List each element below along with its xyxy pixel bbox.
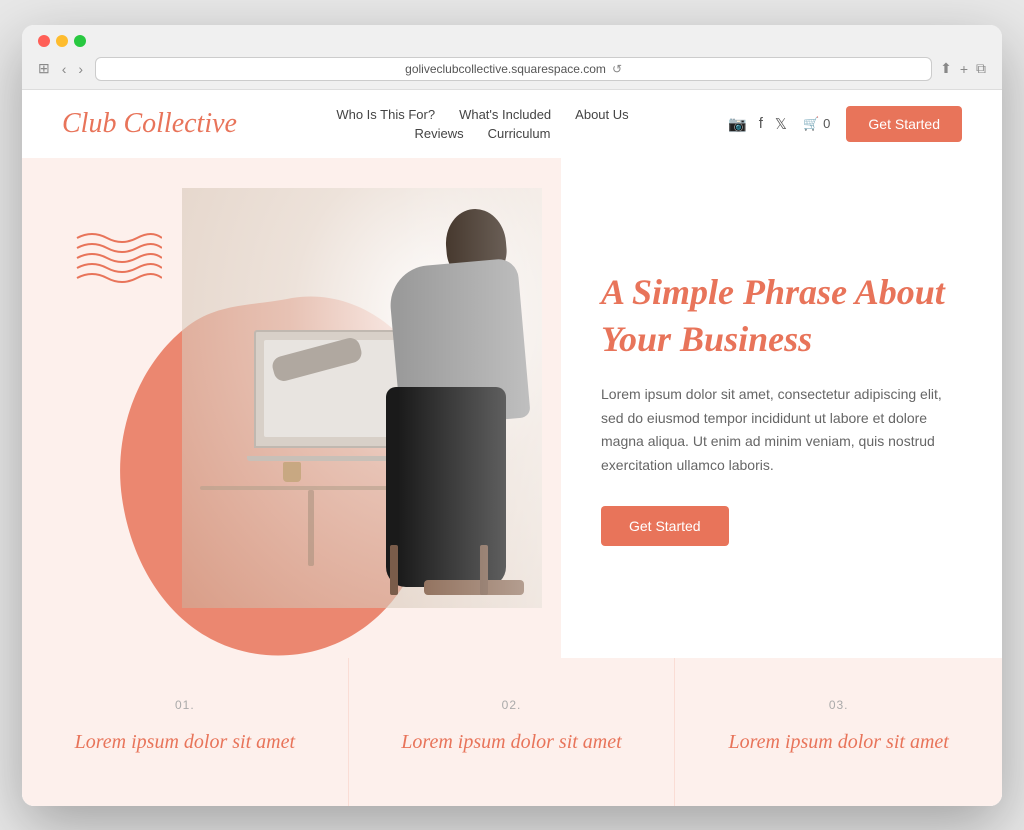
feature-item-3: 03. Lorem ipsum dolor sit amet	[675, 658, 1002, 806]
nav-buttons: ‹ ›	[58, 59, 87, 79]
feature-number-1: 01.	[62, 698, 308, 712]
nav-row-2: Reviews Curriculum	[415, 126, 551, 141]
new-tab-button[interactable]: +	[960, 61, 968, 77]
main-navigation: Club Collective Who Is This For? What's …	[22, 90, 1002, 158]
nav-link-whats-included[interactable]: What's Included	[459, 107, 551, 122]
feature-title-1: Lorem ipsum dolor sit amet	[62, 728, 308, 756]
chair-leg-decor	[480, 545, 488, 595]
hero-cta-button[interactable]: Get Started	[601, 506, 729, 546]
nav-right-section: 📷 f 𝕏 🛒 0 Get Started	[728, 106, 962, 142]
chair-leg2-decor	[390, 545, 398, 595]
person-legs-decor	[386, 387, 506, 587]
cart-button[interactable]: 🛒 0	[803, 116, 830, 132]
hero-headline: A Simple Phrase About Your Business	[601, 269, 952, 363]
social-icons-group: 📷 f 𝕏	[728, 115, 787, 133]
cup-decor	[283, 462, 301, 482]
close-button-dot[interactable]	[38, 35, 50, 47]
chair-decor	[424, 580, 524, 595]
maximize-button-dot[interactable]	[74, 35, 86, 47]
wave-decoration	[72, 228, 162, 288]
browser-chrome: ⊞ ‹ › goliveclubcollective.squarespace.c…	[22, 25, 1002, 90]
cart-icon: 🛒	[803, 116, 819, 132]
facebook-icon[interactable]: f	[759, 115, 763, 132]
twitter-icon[interactable]: 𝕏	[775, 115, 787, 133]
feature-title-2: Lorem ipsum dolor sit amet	[389, 728, 635, 756]
table-leg-decor	[308, 490, 314, 566]
feature-item-1: 01. Lorem ipsum dolor sit amet	[22, 658, 349, 806]
site-logo[interactable]: Club Collective	[62, 108, 237, 140]
share-button[interactable]: ⬆	[940, 60, 952, 77]
features-section: 01. Lorem ipsum dolor sit amet 02. Lorem…	[22, 658, 1002, 806]
hero-section: A Simple Phrase About Your Business Lore…	[22, 158, 1002, 658]
back-button[interactable]: ‹	[58, 59, 71, 79]
hero-image	[182, 188, 542, 608]
nav-link-who[interactable]: Who Is This For?	[336, 107, 435, 122]
browser-toolbar: ⊞ ‹ › goliveclubcollective.squarespace.c…	[38, 57, 986, 81]
feature-item-2: 02. Lorem ipsum dolor sit amet	[349, 658, 676, 806]
reload-button[interactable]: ↺	[612, 62, 622, 76]
url-text: goliveclubcollective.squarespace.com	[405, 62, 606, 76]
minimize-button-dot[interactable]	[56, 35, 68, 47]
feature-title-3: Lorem ipsum dolor sit amet	[715, 728, 962, 756]
instagram-icon[interactable]: 📷	[728, 115, 747, 133]
browser-action-buttons: ⬆ + ⧉	[940, 60, 986, 77]
nav-link-curriculum[interactable]: Curriculum	[488, 126, 551, 141]
hero-photo	[182, 188, 542, 608]
browser-dots	[38, 35, 986, 47]
cart-count: 0	[823, 116, 830, 131]
nav-cta-button[interactable]: Get Started	[846, 106, 962, 142]
copy-button[interactable]: ⧉	[976, 60, 986, 77]
nav-link-about[interactable]: About Us	[575, 107, 628, 122]
hero-right-panel: A Simple Phrase About Your Business Lore…	[561, 158, 1002, 658]
site-content: Club Collective Who Is This For? What's …	[22, 90, 1002, 806]
nav-links-group: Who Is This For? What's Included About U…	[237, 107, 728, 141]
feature-number-3: 03.	[715, 698, 962, 712]
forward-button[interactable]: ›	[74, 59, 87, 79]
nav-row-1: Who Is This For? What's Included About U…	[336, 107, 628, 122]
feature-number-2: 02.	[389, 698, 635, 712]
hero-body-text: Lorem ipsum dolor sit amet, consectetur …	[601, 383, 952, 478]
address-bar[interactable]: goliveclubcollective.squarespace.com ↺	[95, 57, 932, 81]
nav-link-reviews[interactable]: Reviews	[415, 126, 464, 141]
browser-window: ⊞ ‹ › goliveclubcollective.squarespace.c…	[22, 25, 1002, 806]
sidebar-toggle-button[interactable]: ⊞	[38, 60, 50, 77]
hero-left-panel	[22, 158, 561, 658]
